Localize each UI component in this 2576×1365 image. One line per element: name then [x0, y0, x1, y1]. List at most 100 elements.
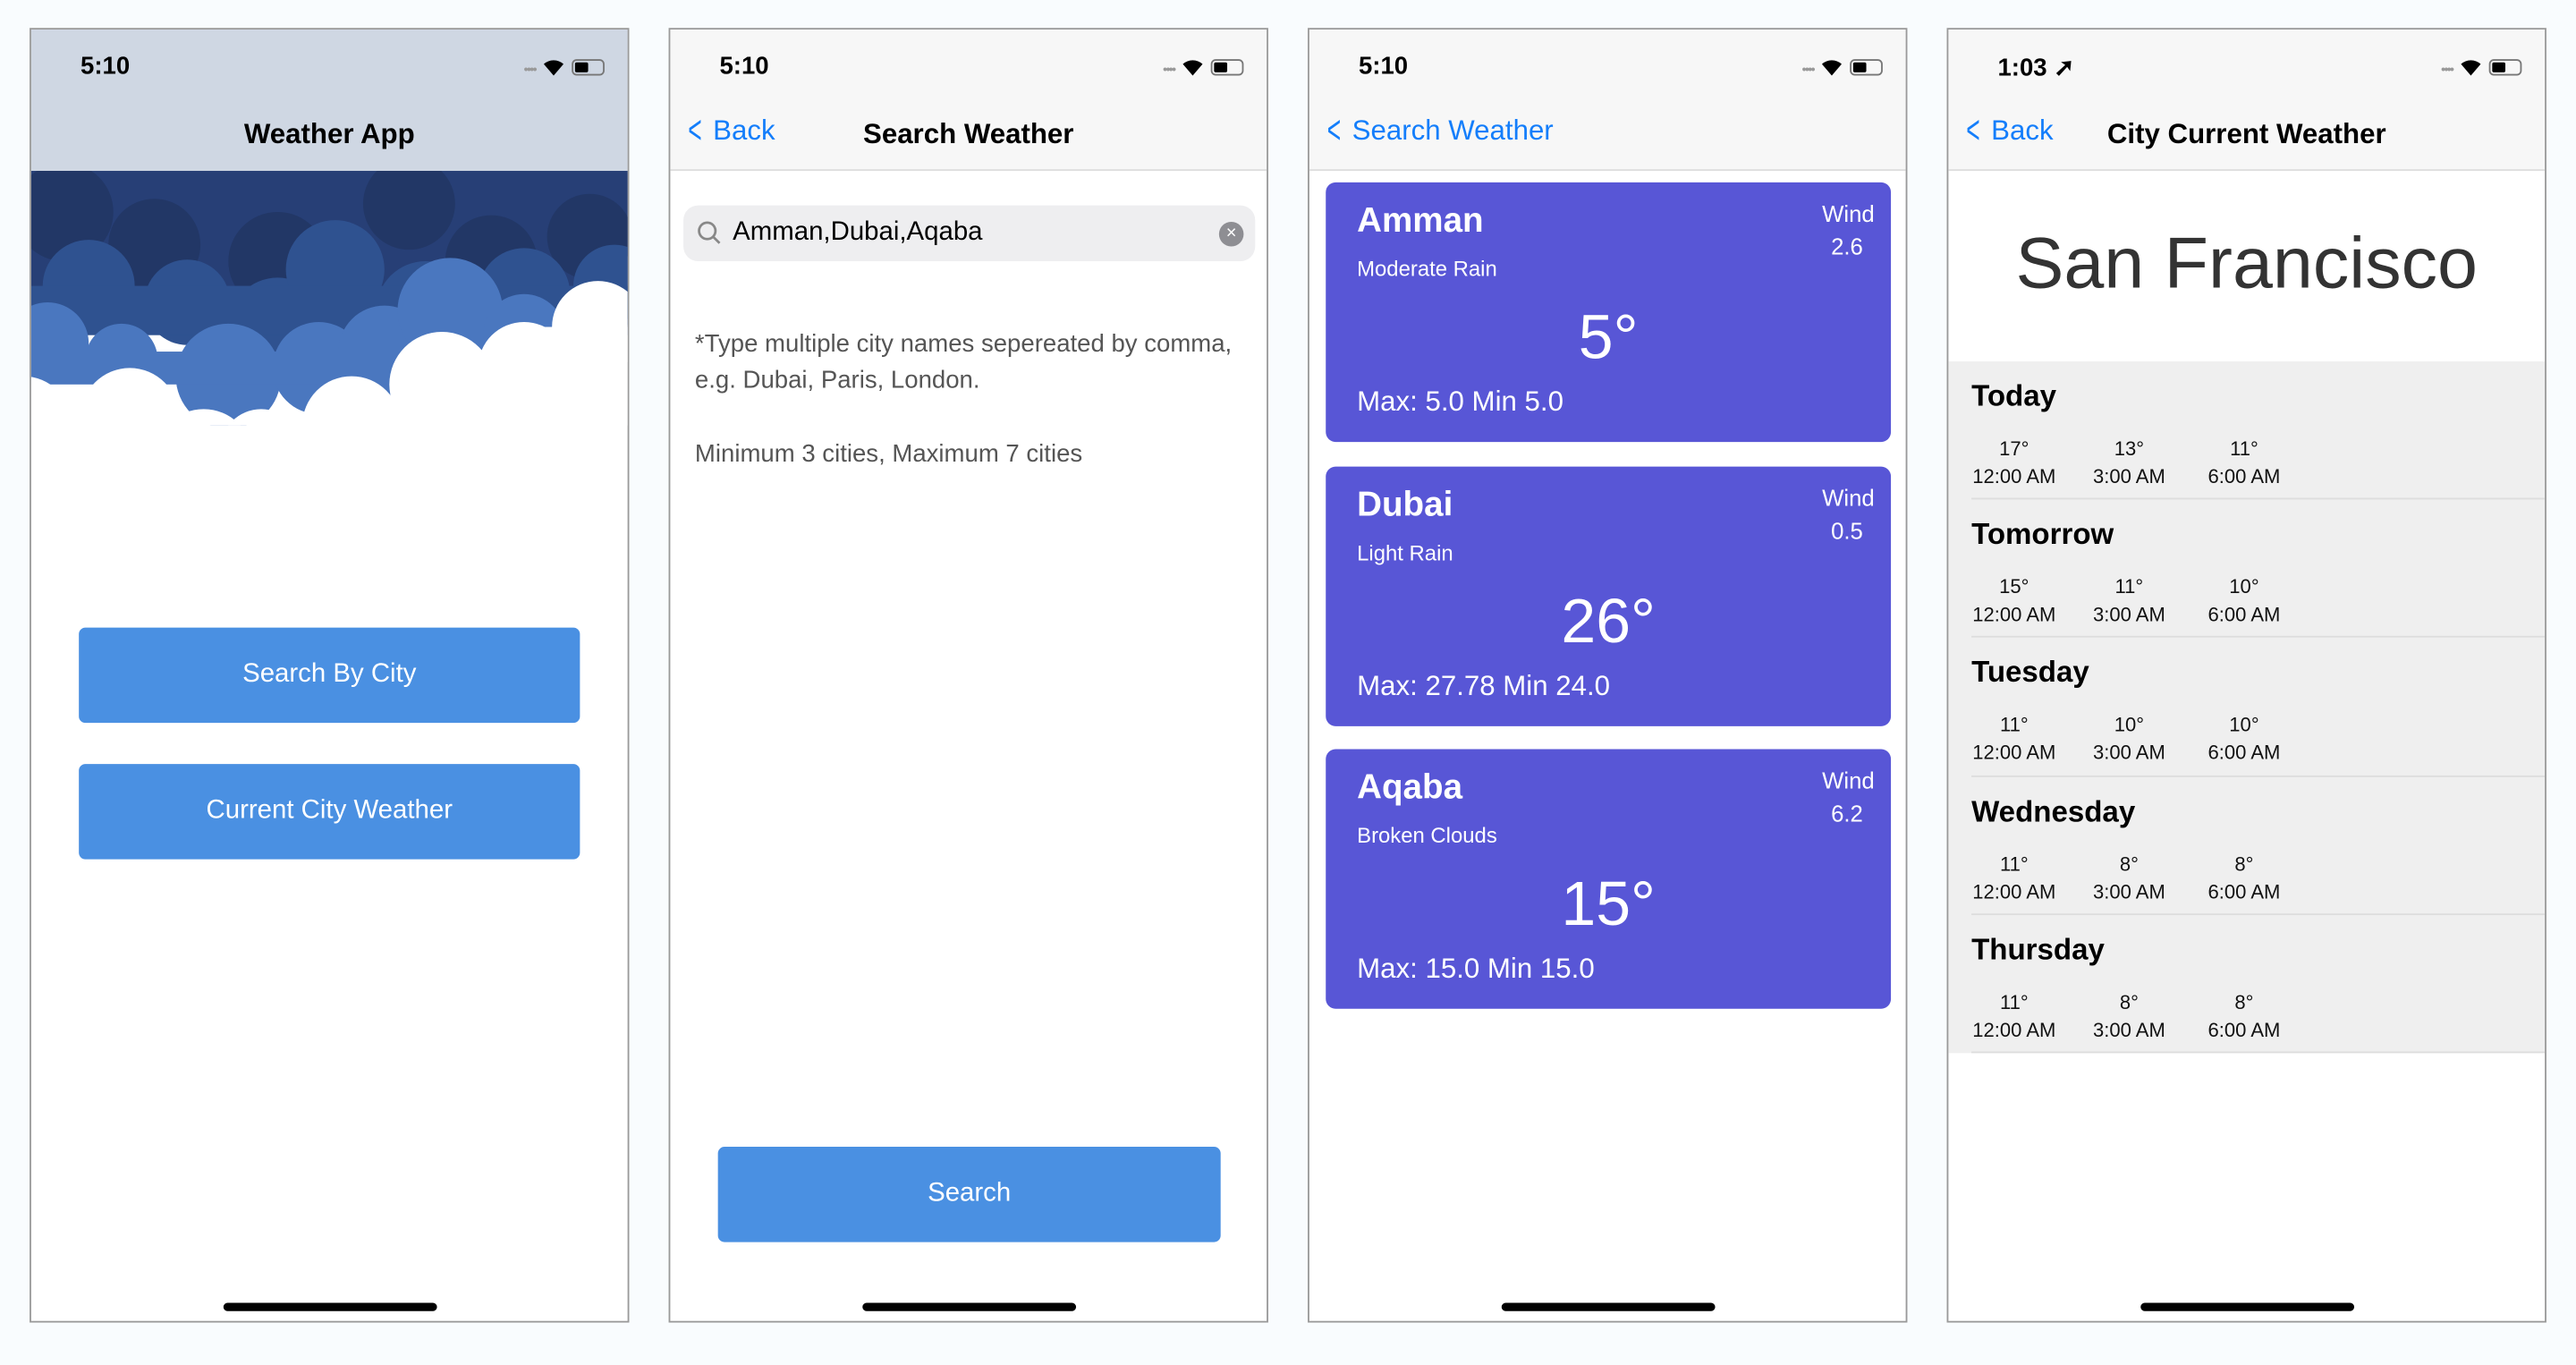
card-min-max: Max: 27.78 Min 24.0 — [1357, 669, 1611, 701]
phone-search: Search Weather < Back 5:10 •••• Amman,Dub… — [668, 28, 1268, 1323]
status-bar: 5:10 •••• — [31, 30, 628, 102]
status-time: 1:03 ➚ — [1997, 54, 2075, 82]
battery-icon — [572, 58, 605, 75]
card-condition: Broken Clouds — [1357, 823, 1497, 848]
wind-label: Wind — [1822, 200, 1875, 227]
hourly-slot: 11° 12:00 AM — [1960, 988, 2068, 1044]
chevron-left-icon: < — [1966, 108, 1980, 153]
wind-value: 2.6 — [1831, 233, 1863, 260]
wind-value: 0.5 — [1831, 516, 1863, 544]
search-input[interactable]: Amman,Dubai,Aqaba × — [683, 205, 1256, 262]
wifi-icon — [2461, 60, 2481, 76]
page-title: Weather App — [243, 118, 415, 150]
day-name: Today — [1971, 379, 2056, 413]
hourly-slot: 8° 3:00 AM — [2075, 851, 2183, 906]
signal-icon: •••• — [1801, 62, 1816, 78]
signal-icon: •••• — [2441, 62, 2454, 78]
wifi-icon — [1182, 60, 1203, 76]
forecast-day-row: Tuesday 11° 12:00 AM 10° 3:00 AM 10° 6:00 AM — [1971, 638, 2546, 776]
card-city: Aqaba — [1357, 768, 1463, 807]
status-time: 5:10 — [719, 52, 769, 81]
card-min-max: Max: 15.0 Min 15.0 — [1357, 953, 1595, 985]
back-button[interactable]: < Back — [683, 108, 775, 153]
forecast-list: Today 17° 12:00 AM 13° 3:00 AM 11° 6:00 AM Tomo… — [1948, 361, 2546, 1054]
home-indicator — [2140, 1302, 2355, 1311]
signal-icon: •••• — [523, 62, 538, 78]
forecast-day-row: Tomorrow 15° 12:00 AM 11° 3:00 AM 10° 6:00 AM — [1971, 500, 2546, 639]
home-indicator — [862, 1302, 1077, 1311]
day-name: Wednesday — [1971, 794, 2136, 827]
city-weather-card[interactable]: Dubai Light Rain Wind 0.5 26° Max: 27.78… — [1326, 465, 1892, 725]
hourly-time: 6:00 AM — [2207, 742, 2281, 765]
city-name: San Francisco — [2015, 223, 2478, 304]
wifi-icon — [1821, 60, 1842, 76]
card-temperature: 26° — [1561, 587, 1656, 657]
day-name: Thursday — [1971, 932, 2105, 966]
hourly-slot: 10° 6:00 AM — [2190, 712, 2298, 767]
location-arrow-icon: ➚ — [2054, 54, 2075, 82]
hourly-slot: 17° 12:00 AM — [1960, 436, 2068, 491]
wind-label: Wind — [1822, 767, 1875, 794]
hourly-temp: 11° — [1999, 713, 2029, 737]
hourly-temp: 10° — [2114, 713, 2145, 737]
screenshot-collage: Weather App 5:10 •••• Search By City Cur… — [0, 0, 2576, 1365]
hourly-slot: 13° 3:00 AM — [2075, 436, 2183, 491]
battery-icon — [1850, 58, 1883, 75]
clear-icon[interactable]: × — [1218, 221, 1244, 247]
hourly-time: 6:00 AM — [2207, 879, 2281, 903]
hourly-time: 6:00 AM — [2207, 603, 2281, 627]
wind-label: Wind — [1822, 483, 1875, 511]
hourly-slot: 10° 3:00 AM — [2075, 712, 2183, 767]
hourly-slot: 11° 12:00 AM — [1960, 712, 2068, 767]
hourly-temp: 10° — [2229, 713, 2259, 737]
hourly-temp: 8° — [2234, 990, 2254, 1013]
search-icon — [698, 221, 721, 244]
battery-icon — [1210, 58, 1244, 75]
home-indicator — [223, 1302, 437, 1311]
back-label: Search Weather — [1352, 114, 1554, 147]
hourly-temp: 10° — [2229, 575, 2259, 598]
back-button[interactable]: < Back — [1962, 108, 2054, 153]
hourly-time: 6:00 AM — [2207, 1018, 2281, 1042]
card-temperature: 15° — [1561, 870, 1656, 940]
hourly-temp: 13° — [2114, 437, 2145, 461]
clouds-illustration — [30, 171, 628, 426]
hourly-time: 12:00 AM — [1972, 1018, 2056, 1042]
chevron-left-icon: < — [688, 108, 702, 153]
day-name: Tuesday — [1971, 656, 2089, 690]
hourly-time: 3:00 AM — [2092, 879, 2165, 903]
hourly-temp: 8° — [2234, 852, 2254, 876]
back-button[interactable]: < Search Weather — [1323, 108, 1554, 153]
card-city: Dubai — [1357, 485, 1453, 523]
home-indicator — [1501, 1302, 1716, 1311]
hourly-time: 12:00 AM — [1972, 879, 2056, 903]
wind-value: 6.2 — [1831, 800, 1863, 827]
search-by-city-button[interactable]: Search By City — [79, 627, 580, 724]
chevron-left-icon: < — [1326, 108, 1342, 153]
hourly-slot: 8° 6:00 AM — [2190, 851, 2298, 906]
signal-icon: •••• — [1163, 62, 1176, 78]
hourly-temp: 17° — [1999, 437, 2029, 461]
hourly-time: 12:00 AM — [1972, 464, 2056, 488]
forecast-day-row: Thursday 11° 12:00 AM 8° 3:00 AM 8° 6:00 AM — [1971, 915, 2546, 1054]
hourly-slot: 10° 6:00 AM — [2190, 573, 2298, 629]
hourly-slot: 11° 12:00 AM — [1960, 851, 2068, 906]
hourly-time: 3:00 AM — [2092, 742, 2165, 765]
hourly-slot: 8° 3:00 AM — [2075, 988, 2183, 1044]
search-button[interactable]: Search — [717, 1147, 1221, 1242]
hourly-slot: 11° 6:00 AM — [2190, 436, 2298, 491]
hourly-slot: 8° 6:00 AM — [2190, 988, 2298, 1044]
card-condition: Light Rain — [1357, 539, 1453, 564]
forecast-day-row: Today 17° 12:00 AM 13° 3:00 AM 11° 6:00 AM — [1971, 361, 2546, 500]
card-city: Amman — [1357, 201, 1484, 241]
status-time: 5:10 — [1358, 52, 1409, 81]
phone-city-weather: City Current Weather < Back 1:03 ➚ •••• S… — [1946, 28, 2546, 1323]
city-weather-card[interactable]: Aqaba Broken Clouds Wind 6.2 15° Max: 15… — [1326, 749, 1892, 1009]
current-city-weather-button[interactable]: Current City Weather — [79, 764, 580, 860]
hourly-temp: 8° — [2119, 990, 2139, 1013]
back-label: Back — [1991, 114, 2054, 147]
city-weather-card[interactable]: Amman Moderate Rain Wind 2.6 5° Max: 5.0… — [1326, 182, 1892, 443]
hourly-time: 6:00 AM — [2207, 464, 2281, 488]
battery-icon — [2488, 58, 2522, 75]
limits-text: Minimum 3 cities, Maximum 7 cities — [694, 440, 1083, 469]
